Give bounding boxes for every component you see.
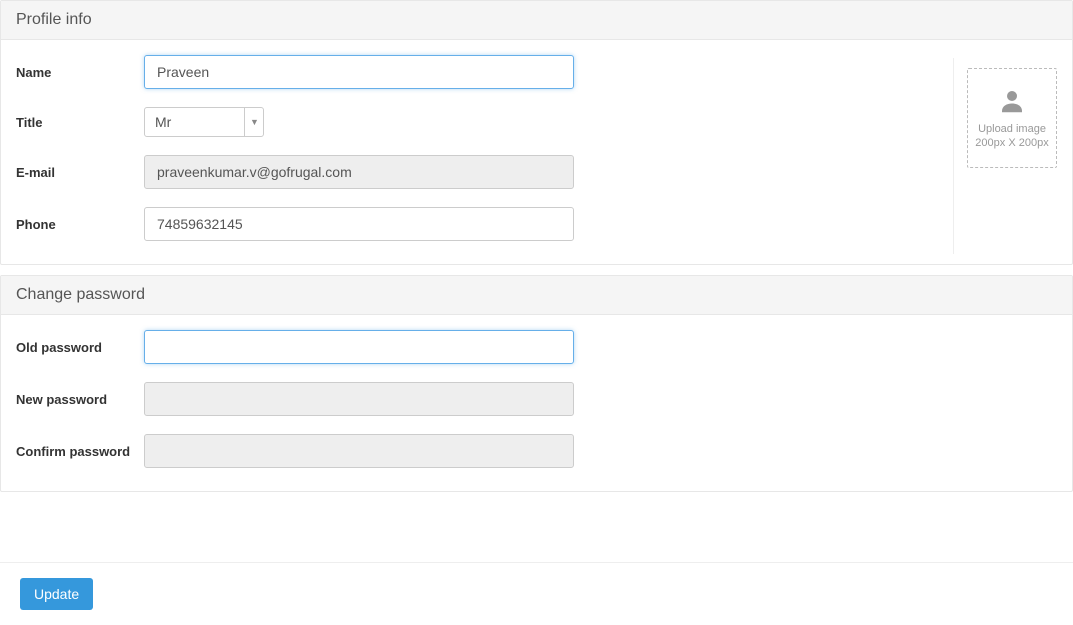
change-password-heading: Change password — [1, 276, 1072, 315]
actions-section: Update — [0, 562, 1073, 625]
name-row: Name — [16, 55, 1057, 89]
upload-text-line1: Upload image — [978, 122, 1046, 136]
phone-label: Phone — [16, 217, 144, 232]
title-row: Title ▼ — [16, 107, 1057, 137]
new-password-label: New password — [16, 392, 144, 407]
phone-row: Phone — [16, 207, 1057, 241]
confirm-password-label: Confirm password — [16, 444, 144, 459]
email-row: E-mail — [16, 155, 1057, 189]
change-password-panel: Change password Old password New passwor… — [0, 275, 1073, 492]
profile-info-panel: Profile info Name Title ▼ E-mail Phone — [0, 0, 1073, 265]
email-input — [144, 155, 574, 189]
new-password-input[interactable] — [144, 382, 574, 416]
avatar-icon — [997, 86, 1027, 116]
upload-image-box[interactable]: Upload image 200px X 200px — [967, 68, 1057, 168]
confirm-password-row: Confirm password — [16, 434, 1057, 468]
change-password-body: Old password New password Confirm passwo… — [1, 315, 1072, 491]
name-label: Name — [16, 65, 144, 80]
update-button[interactable]: Update — [20, 578, 93, 610]
profile-info-body: Name Title ▼ E-mail Phone Upload image 2… — [1, 40, 1072, 264]
new-password-row: New password — [16, 382, 1057, 416]
title-label: Title — [16, 115, 144, 130]
confirm-password-input[interactable] — [144, 434, 574, 468]
title-select-wrapper: ▼ — [144, 107, 264, 137]
phone-input[interactable] — [144, 207, 574, 241]
profile-info-heading: Profile info — [1, 1, 1072, 40]
old-password-row: Old password — [16, 330, 1057, 364]
title-select[interactable] — [144, 107, 264, 137]
old-password-label: Old password — [16, 340, 144, 355]
old-password-input[interactable] — [144, 330, 574, 364]
name-input[interactable] — [144, 55, 574, 89]
upload-text-line2: 200px X 200px — [975, 136, 1048, 150]
vertical-divider — [953, 58, 954, 254]
email-label: E-mail — [16, 165, 144, 180]
